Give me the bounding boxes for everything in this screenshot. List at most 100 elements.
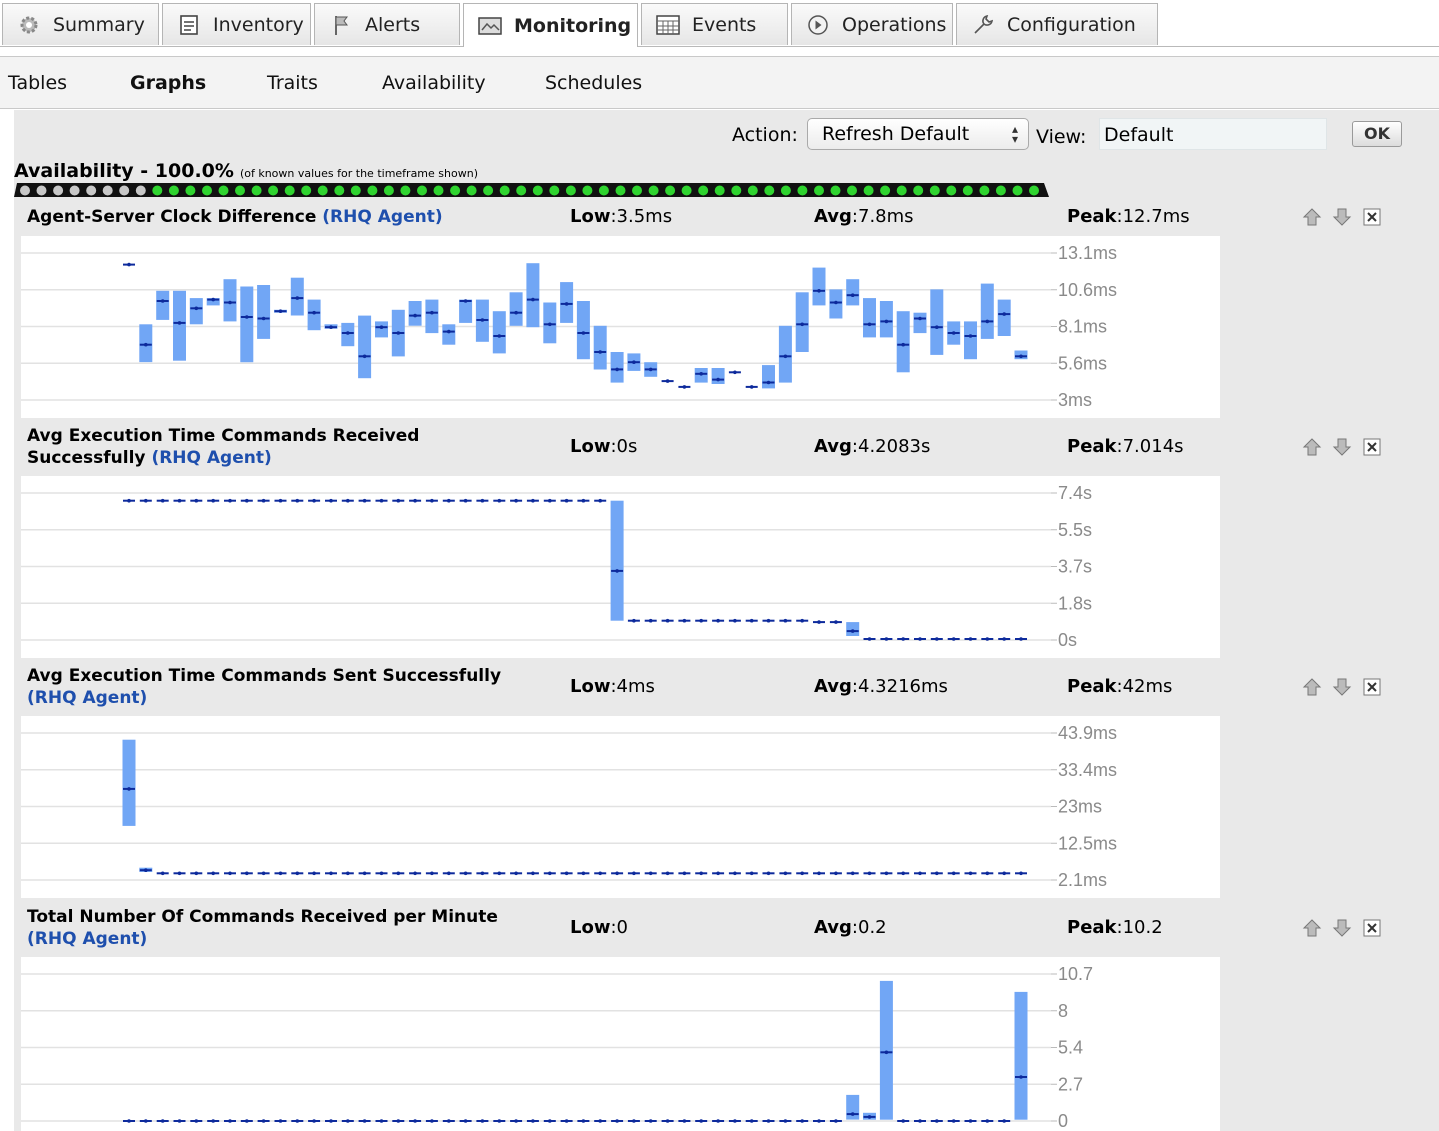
- tab-operations[interactable]: Operations: [791, 3, 953, 45]
- avg-point: [548, 1119, 552, 1123]
- availability-up-dot: [268, 185, 279, 196]
- availability-up-dot: [565, 185, 576, 196]
- avg-point: [430, 498, 434, 503]
- graph-commands-received-time: 7.4s 5.5s 3.7s 1.8s 0s: [21, 476, 1220, 658]
- availability-up-dot: [483, 185, 494, 196]
- avg-point: [261, 1119, 266, 1123]
- avg-point: [834, 300, 838, 305]
- avg-point: [430, 871, 434, 876]
- avg-point: [632, 360, 636, 364]
- peak-value: 10.2: [1122, 917, 1163, 938]
- move-down-icon[interactable]: [1331, 436, 1353, 458]
- avg-point: [245, 498, 249, 503]
- tab-inventory[interactable]: Inventory: [162, 3, 311, 45]
- resource-link[interactable]: (RHQ Agent): [27, 929, 147, 949]
- availability-up-dot: [995, 185, 1006, 196]
- subtab-availability[interactable]: Availability: [382, 72, 486, 94]
- range-bar: [492, 311, 506, 354]
- avg-value: 4.3216ms: [858, 676, 948, 697]
- y-tick-label: 12.5ms: [1058, 833, 1117, 853]
- avg-point: [985, 871, 990, 876]
- avg-point: [160, 498, 165, 503]
- graph-header-commands-sent-time: Avg Execution Time Commands Sent Success…: [14, 660, 1439, 716]
- availability-up-dot: [1029, 185, 1039, 196]
- avg-point: [379, 325, 384, 329]
- subtab-traits[interactable]: Traits: [267, 72, 318, 94]
- move-down-icon[interactable]: [1331, 676, 1353, 698]
- tab-configuration[interactable]: Configuration: [956, 3, 1158, 45]
- close-icon[interactable]: [1361, 917, 1383, 939]
- resource-link[interactable]: (RHQ Agent): [27, 688, 147, 708]
- avg-point: [144, 342, 148, 347]
- avg-point: [581, 871, 586, 876]
- close-icon[interactable]: [1361, 206, 1383, 228]
- avg-point: [548, 871, 552, 876]
- availability-up-dot: [218, 185, 229, 196]
- move-up-icon[interactable]: [1301, 436, 1323, 458]
- range-bar: [442, 324, 456, 345]
- avg-point: [295, 296, 300, 300]
- tab-summary[interactable]: Summary: [2, 3, 159, 45]
- avg-point: [817, 871, 821, 876]
- avg-point: [346, 331, 350, 335]
- action-select[interactable]: Refresh Default ▴ ▾: [807, 118, 1029, 150]
- avg-point: [901, 342, 905, 347]
- availability-up-dot: [152, 185, 163, 196]
- avg-point: [396, 1119, 401, 1123]
- tab-label: Inventory: [213, 13, 304, 36]
- avg-point: [362, 498, 367, 503]
- avg-point: [531, 297, 535, 302]
- range-bar: [408, 301, 422, 326]
- range-bar: [762, 365, 775, 389]
- availability-up-dot: [632, 185, 642, 196]
- avg-point: [615, 367, 619, 372]
- subtab-graphs[interactable]: Graphs: [130, 72, 206, 94]
- availability-up-dot: [681, 185, 692, 196]
- tab-alerts[interactable]: Alerts: [314, 3, 460, 45]
- move-up-icon[interactable]: [1301, 206, 1323, 228]
- avg-point: [144, 1119, 148, 1123]
- avg-point: [850, 629, 855, 633]
- peak-label: Peak: [1067, 206, 1117, 227]
- range-bar: [358, 315, 372, 379]
- y-tick-label: 0: [1058, 1111, 1068, 1131]
- avg-point: [127, 787, 131, 791]
- avg-point: [160, 871, 165, 876]
- range-bar: [846, 622, 860, 636]
- close-icon[interactable]: [1361, 676, 1383, 698]
- resource-link[interactable]: (RHQ Agent): [322, 207, 442, 227]
- graph-controls: [1301, 436, 1383, 458]
- ok-button[interactable]: OK: [1352, 121, 1402, 147]
- tab-events[interactable]: Events: [641, 3, 788, 45]
- subtab-schedules[interactable]: Schedules: [545, 72, 642, 94]
- avg-point: [817, 620, 821, 624]
- avg-point: [699, 618, 703, 623]
- move-down-icon[interactable]: [1331, 206, 1353, 228]
- view-name-field[interactable]: Default: [1099, 118, 1327, 150]
- avg-point: [228, 498, 232, 503]
- low-stat: Low:3.5ms: [570, 206, 673, 227]
- tab-monitoring[interactable]: Monitoring: [463, 3, 638, 47]
- avg-point: [918, 637, 922, 641]
- move-up-icon[interactable]: [1301, 676, 1323, 698]
- avg-point: [228, 300, 232, 305]
- range-bar: [189, 298, 203, 325]
- avg-point: [194, 498, 199, 503]
- move-down-icon[interactable]: [1331, 917, 1353, 939]
- y-tick-label: 23ms: [1058, 797, 1102, 817]
- sub-tab-bar: Tables Graphs Traits Availability Schedu…: [0, 56, 1439, 109]
- avg-point: [733, 871, 737, 876]
- range-bar: [913, 312, 927, 334]
- avg-point: [564, 302, 569, 306]
- avg-point: [733, 370, 737, 375]
- range-bar: [526, 263, 540, 328]
- avg-point: [682, 871, 687, 876]
- subtab-tables[interactable]: Tables: [8, 72, 67, 94]
- move-up-icon[interactable]: [1301, 917, 1323, 939]
- avg-point: [918, 1119, 922, 1123]
- close-icon[interactable]: [1361, 436, 1383, 458]
- graph-title-text: Agent-Server Clock Difference: [27, 207, 317, 227]
- avg-point: [228, 871, 232, 876]
- resource-link[interactable]: (RHQ Agent): [151, 448, 271, 468]
- y-tick-label: 43.9ms: [1058, 723, 1117, 743]
